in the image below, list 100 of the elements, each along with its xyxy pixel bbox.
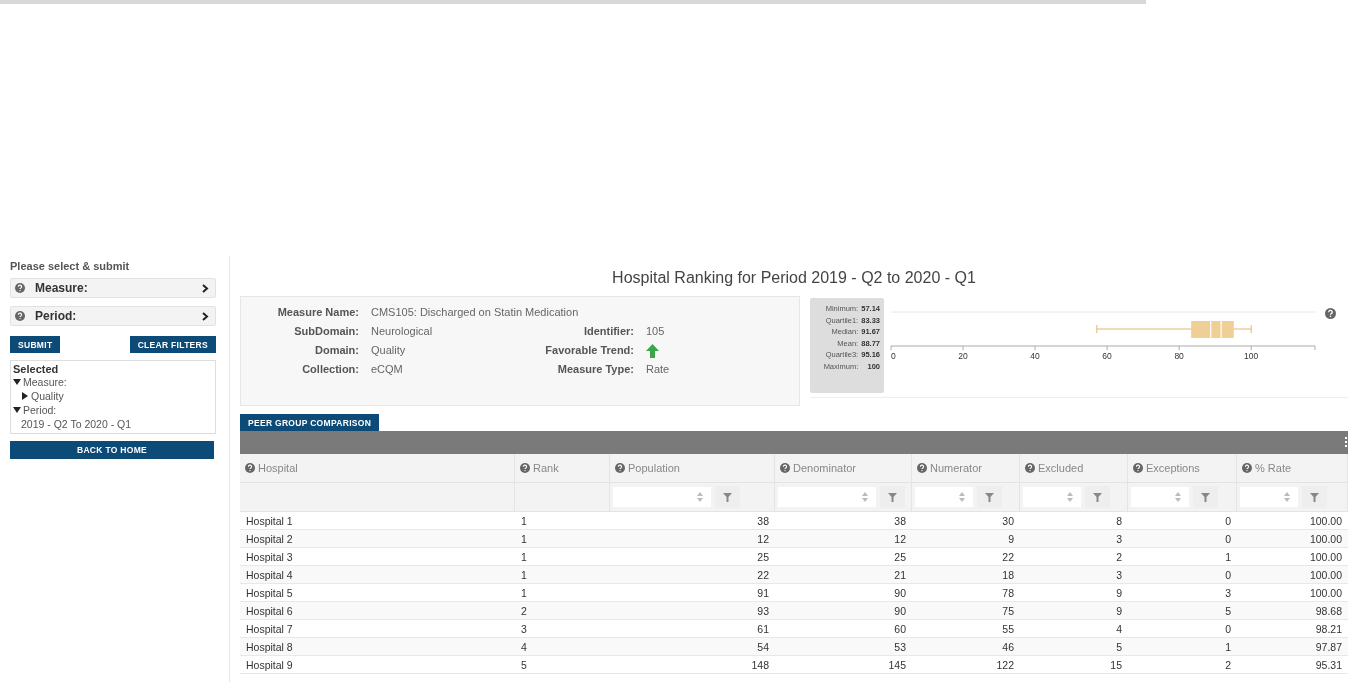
info-label: Favorable Trend: — [544, 344, 635, 358]
box — [1191, 320, 1234, 339]
info-value: 105 — [646, 325, 666, 339]
axis-tick-label: 60 — [1102, 351, 1112, 361]
filter-accordion[interactable]: Period: — [10, 306, 216, 326]
caret-right-icon[interactable] — [21, 392, 29, 400]
tree-item[interactable]: 2019 - Q2 To 2020 - Q1 — [21, 417, 132, 431]
table-cell: 1 — [1128, 638, 1237, 656]
table-cell: 97.87 — [1237, 638, 1348, 656]
table-cell: 3 — [1020, 566, 1128, 584]
info-label: Identifier: — [582, 325, 635, 339]
filter-button[interactable] — [880, 486, 905, 508]
filter-icon — [723, 492, 732, 502]
table-cell: 98.68 — [1237, 602, 1348, 620]
filter-icon — [1093, 492, 1102, 502]
help-icon[interactable] — [780, 463, 790, 473]
info-label: Domain: — [314, 344, 360, 358]
help-icon[interactable] — [245, 463, 255, 473]
submit-button[interactable]: SUBMIT — [10, 336, 61, 353]
table-cell: 54 — [610, 638, 775, 656]
info-value: CMS105: Discharged on Statin Medication — [371, 306, 580, 320]
filter-icon — [1201, 492, 1210, 502]
number-filter-field[interactable] — [778, 487, 876, 507]
caret-down-icon[interactable] — [13, 378, 21, 386]
help-icon[interactable] — [1025, 463, 1035, 473]
table-cell: Hospital 8 — [240, 638, 515, 656]
number-filter-field[interactable] — [1131, 487, 1189, 507]
help-icon[interactable] — [615, 463, 625, 473]
info-label: Collection: — [301, 363, 360, 377]
filter-button[interactable] — [1085, 486, 1110, 508]
help-icon[interactable] — [1242, 463, 1252, 473]
table-cell: 4 — [515, 638, 610, 656]
table-cell: 100.00 — [1237, 530, 1348, 548]
spinner-icon[interactable] — [1284, 492, 1290, 502]
help-icon[interactable] — [15, 283, 25, 293]
table-cell: 53 — [775, 638, 912, 656]
help-icon[interactable] — [917, 463, 927, 473]
axis-tick-label: 40 — [1030, 351, 1040, 361]
filter-icon — [1310, 492, 1319, 502]
caret-down-icon[interactable] — [13, 406, 21, 414]
table-cell: 1 — [515, 566, 610, 584]
table-cell: 5 — [1020, 638, 1128, 656]
filter-button[interactable] — [1193, 486, 1218, 508]
table-cell: Hospital 2 — [240, 530, 515, 548]
number-filter-field[interactable] — [915, 487, 973, 507]
axis-tick-label: 80 — [1174, 351, 1184, 361]
tree-item[interactable]: Measure: — [23, 375, 67, 389]
tree-item[interactable]: Quality — [31, 389, 64, 403]
table-cell: 3 — [1020, 530, 1128, 548]
filter-accordion[interactable]: Measure: — [10, 278, 216, 298]
table-cell: 93 — [610, 602, 775, 620]
chevron-right-icon — [202, 311, 209, 321]
spinner-icon[interactable] — [959, 492, 965, 502]
table-cell: 21 — [775, 566, 912, 584]
info-label: Measure Name: — [276, 306, 360, 320]
chevron-right-icon — [202, 283, 209, 293]
page-title: Hospital Ranking for Period 2019 - Q2 to 2020 - Q1 — [611, 268, 977, 288]
selected-title: Selected — [13, 363, 60, 375]
spinner-icon[interactable] — [862, 492, 868, 502]
spinner-icon[interactable] — [1067, 492, 1073, 502]
info-label: Measure Type: — [556, 363, 635, 377]
number-filter-field[interactable] — [1023, 487, 1081, 507]
peer-group-comparison-button[interactable]: PEER GROUP COMPARISON — [240, 414, 380, 431]
table-cell: 12 — [775, 530, 912, 548]
info-value: Quality — [371, 344, 407, 358]
spinner-icon[interactable] — [697, 492, 703, 502]
info-value: Rate — [646, 363, 671, 377]
filter-icon — [888, 492, 897, 502]
tree-item[interactable]: Period: — [23, 403, 57, 417]
clear-filters-button[interactable]: CLEAR FILTERS — [129, 336, 216, 353]
info-label: SubDomain: — [293, 325, 360, 339]
help-icon[interactable] — [1133, 463, 1143, 473]
filter-button[interactable] — [1302, 486, 1327, 508]
number-filter-field[interactable] — [1240, 487, 1298, 507]
info-value: eCQM — [371, 363, 404, 377]
spinner-icon[interactable] — [1175, 492, 1181, 502]
table-cell: 75 — [912, 602, 1020, 620]
filter-button[interactable] — [977, 486, 1002, 508]
sidebar-title: Please select & submit — [10, 260, 131, 272]
help-icon[interactable] — [1325, 308, 1336, 319]
table-cell: 18 — [912, 566, 1020, 584]
table-cell: 90 — [775, 602, 912, 620]
table-cell: 5 — [1128, 602, 1237, 620]
filter-icon — [985, 492, 994, 502]
table-cell: 0 — [1128, 566, 1237, 584]
filter-button[interactable] — [715, 486, 740, 508]
number-filter-field[interactable] — [613, 487, 711, 507]
table-cell: 22 — [610, 566, 775, 584]
table-cell: Hospital 6 — [240, 602, 515, 620]
axis-tick-label: 100 — [1244, 351, 1259, 361]
table-cell: 9 — [1020, 602, 1128, 620]
table-cell: Hospital 4 — [240, 566, 515, 584]
table-cell: 9 — [912, 530, 1020, 548]
back-to-home-button[interactable]: BACK TO HOME — [10, 441, 214, 459]
axis-tick-label: 0 — [891, 351, 896, 361]
table-cell: 12 — [610, 530, 775, 548]
help-icon[interactable] — [15, 311, 25, 321]
table-cell: 1 — [515, 530, 610, 548]
help-icon[interactable] — [520, 463, 530, 473]
info-value: Neurological — [371, 325, 434, 339]
